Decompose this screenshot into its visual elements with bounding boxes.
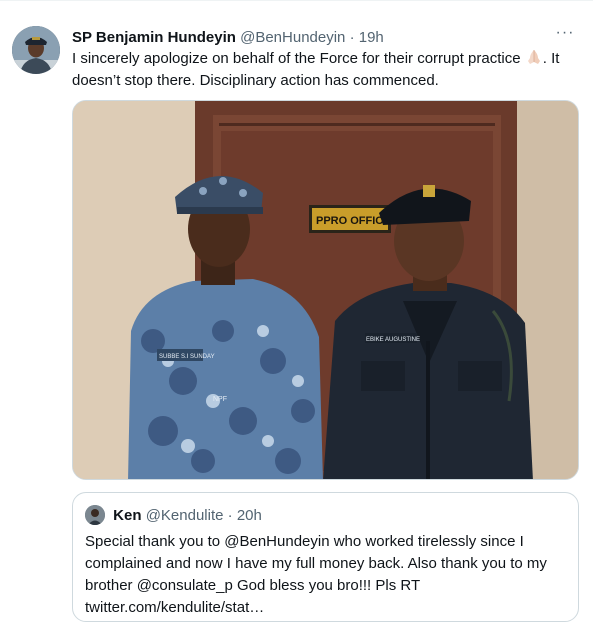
more-options-icon[interactable]: ··· bbox=[553, 25, 577, 46]
door-sign-text: PPRO OFFIC bbox=[316, 215, 383, 227]
quoted-author-name[interactable]: Ken bbox=[113, 507, 141, 524]
folded-hands-emoji-icon bbox=[525, 49, 543, 64]
quoted-avatar[interactable] bbox=[85, 505, 105, 525]
left-nametag-text: SUBBE S.I SUNDAY bbox=[159, 354, 215, 360]
photo-image: PPRO OFFIC SUBBE S.I SUNDAY NPF EBIKE AU… bbox=[73, 101, 578, 479]
quoted-tweet[interactable]: Ken @Kendulite · 20h Special thank you t… bbox=[72, 492, 579, 622]
tweet-text: I sincerely apologize on behalf of the F… bbox=[72, 48, 577, 92]
door-sign: PPRO OFFIC bbox=[309, 205, 391, 233]
quoted-author-handle[interactable]: @Kendulite bbox=[146, 507, 224, 524]
tweet[interactable]: SP Benjamin Hundeyin @BenHundeyin · 19h … bbox=[0, 0, 593, 625]
quoted-tweet-header: Ken @Kendulite · 20h bbox=[85, 505, 262, 525]
separator: · bbox=[349, 29, 355, 46]
avatar-image bbox=[12, 26, 60, 74]
timestamp[interactable]: 19h bbox=[359, 29, 384, 46]
left-badge-text: NPF bbox=[213, 396, 227, 403]
tweet-text-part1: I sincerely apologize on behalf of the F… bbox=[72, 50, 521, 67]
avatar[interactable] bbox=[12, 26, 60, 74]
tweet-header: SP Benjamin Hundeyin @BenHundeyin · 19h bbox=[72, 28, 573, 48]
right-nametag-text: EBIKE AUGUSTINE bbox=[366, 337, 420, 343]
quoted-tweet-text: Special thank you to @BenHundeyin who wo… bbox=[85, 533, 547, 616]
quoted-timestamp[interactable]: 20h bbox=[237, 507, 262, 524]
quoted-separator: · bbox=[227, 507, 233, 524]
tweet-photo[interactable]: PPRO OFFIC SUBBE S.I SUNDAY NPF EBIKE AU… bbox=[72, 100, 579, 480]
author-name[interactable]: SP Benjamin Hundeyin bbox=[72, 29, 236, 46]
author-handle[interactable]: @BenHundeyin bbox=[240, 29, 345, 46]
